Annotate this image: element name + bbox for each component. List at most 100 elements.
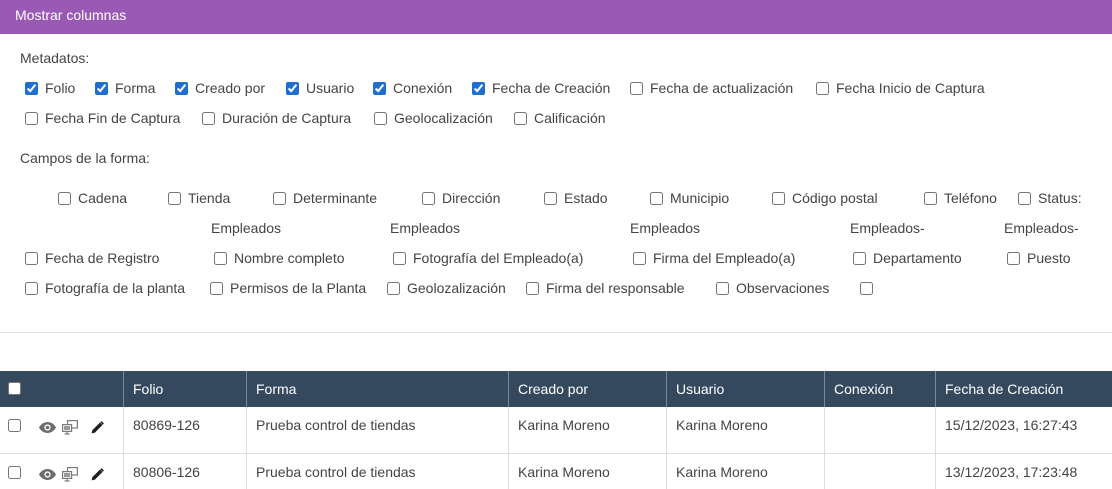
field-checkbox[interactable] [393,251,406,265]
column-option-fecha-inicio-captura[interactable]: Fecha Inicio de Captura [816,79,985,97]
field-checkbox[interactable] [168,191,181,205]
column-header-usuario: Usuario [666,371,824,407]
field-checkbox[interactable] [210,281,223,295]
eye-icon[interactable] [39,422,56,433]
field-option-label: Nombre completo [234,250,345,266]
column-checkbox[interactable] [95,81,108,95]
column-option-label: Geolocalización [394,110,493,126]
field-option-fotografia-empleado[interactable]: Fotografía del Empleado(a) [393,249,583,267]
select-all-cell [0,371,123,407]
field-checkbox[interactable] [422,191,435,205]
column-checkbox[interactable] [286,81,299,95]
field-checkbox[interactable] [544,191,557,205]
column-option-label: Fecha Fin de Captura [45,110,181,126]
column-option-folio[interactable]: Folio [25,79,75,97]
field-checkbox[interactable] [633,251,646,265]
column-option-usuario[interactable]: Usuario [286,79,354,97]
column-checkbox[interactable] [25,81,38,95]
field-checkbox[interactable] [650,191,663,205]
field-checkbox[interactable] [58,191,71,205]
column-checkbox[interactable] [630,81,643,95]
field-option-tienda[interactable]: Tienda [168,189,230,207]
field-checkbox[interactable] [1007,251,1020,265]
field-option-geolozalizacion[interactable]: Geolozalización [387,279,506,297]
field-checkbox[interactable] [853,251,866,265]
field-option-label: Teléfono [944,190,997,206]
cell-usuario: Karina Moreno [666,407,824,453]
field-option-unlabeled[interactable] [860,279,880,297]
column-option-conexion[interactable]: Conexión [373,79,452,97]
field-checkbox[interactable] [214,251,227,265]
field-checkbox[interactable] [526,281,539,295]
field-option-label: Geolozalización [407,280,506,296]
column-option-label: Conexión [393,80,453,96]
field-checkbox[interactable] [772,191,785,205]
column-option-geolocalizacion[interactable]: Geolocalización [374,109,493,127]
column-checkbox[interactable] [373,81,386,95]
cell-folio: 80806-126 [123,454,246,489]
field-option-permisos-planta[interactable]: Permisos de la Planta [210,279,366,297]
field-option-label: Tienda [188,190,231,206]
field-option-telefono[interactable]: Teléfono [924,189,997,207]
field-option-direccion[interactable]: Dirección [422,189,500,207]
column-checkbox[interactable] [175,81,188,95]
field-option-label: Dirección [442,190,501,206]
column-header-creado-por: Creado por [508,371,666,407]
column-option-fecha-fin-captura[interactable]: Fecha Fin de Captura [25,109,180,127]
field-option-label: Municipio [670,190,730,206]
column-checkbox[interactable] [514,111,527,125]
column-checkbox[interactable] [202,111,215,125]
field-option-codigo-postal[interactable]: Código postal [772,189,878,207]
field-option-label: Puesto [1027,250,1071,266]
field-option-puesto[interactable]: Puesto [1007,249,1071,267]
field-option-fotografia-planta[interactable]: Fotografía de la planta [25,279,185,297]
field-option-fecha-registro[interactable]: Fecha de Registro [25,249,159,267]
field-checkbox[interactable] [25,281,38,295]
field-group-label: Empleados [390,220,461,236]
select-all-checkbox[interactable] [8,382,21,395]
cell-conexion [824,407,935,453]
column-option-duracion-captura[interactable]: Duración de Captura [202,109,351,127]
field-checkbox[interactable] [860,281,873,295]
field-option-departamento[interactable]: Departamento [853,249,962,267]
field-option-determinante[interactable]: Determinante [273,189,377,207]
column-checkbox[interactable] [25,111,38,125]
column-checkbox[interactable] [472,81,485,95]
field-option-firma-responsable[interactable]: Firma del responsable [526,279,685,297]
pencil-icon[interactable] [91,421,104,434]
field-option-nombre-completo[interactable]: Nombre completo [214,249,345,267]
column-checkbox[interactable] [816,81,829,95]
cell-creado-por: Karina Moreno [508,454,666,489]
field-option-label: Permisos de la Planta [230,280,367,296]
field-checkbox[interactable] [387,281,400,295]
field-checkbox[interactable] [273,191,286,205]
column-option-calificacion[interactable]: Calificación [514,109,606,127]
column-header-fecha-creacion: Fecha de Creación [935,371,1112,407]
table-header: Folio Forma Creado por Usuario Conexión … [0,371,1112,407]
eye-icon[interactable] [39,469,56,480]
field-option-firma-empleado[interactable]: Firma del Empleado(a) [633,249,795,267]
column-option-label: Calificación [534,110,606,126]
column-option-fecha-actualizacion[interactable]: Fecha de actualización [630,79,793,97]
column-option-fecha-creacion[interactable]: Fecha de Creación [472,79,610,97]
field-option-status[interactable]: Status: [1018,189,1082,207]
pencil-icon[interactable] [91,468,104,481]
field-checkbox[interactable] [716,281,729,295]
field-option-municipio[interactable]: Municipio [650,189,729,207]
column-option-creado-por[interactable]: Creado por [175,79,265,97]
column-option-label: Usuario [306,80,355,96]
field-option-estado[interactable]: Estado [544,189,608,207]
desktop-icon[interactable] [62,467,78,482]
field-checkbox[interactable] [1018,191,1031,205]
column-option-forma[interactable]: Forma [95,79,155,97]
field-option-label: Firma del responsable [546,280,685,296]
column-checkbox[interactable] [374,111,387,125]
row-checkbox[interactable] [8,466,21,479]
column-option-label: Fecha de Creación [492,80,611,96]
field-option-observaciones[interactable]: Observaciones [716,279,829,297]
row-checkbox[interactable] [8,419,21,432]
desktop-icon[interactable] [62,420,78,435]
field-checkbox[interactable] [25,251,38,265]
field-option-cadena[interactable]: Cadena [58,189,127,207]
field-checkbox[interactable] [924,191,937,205]
